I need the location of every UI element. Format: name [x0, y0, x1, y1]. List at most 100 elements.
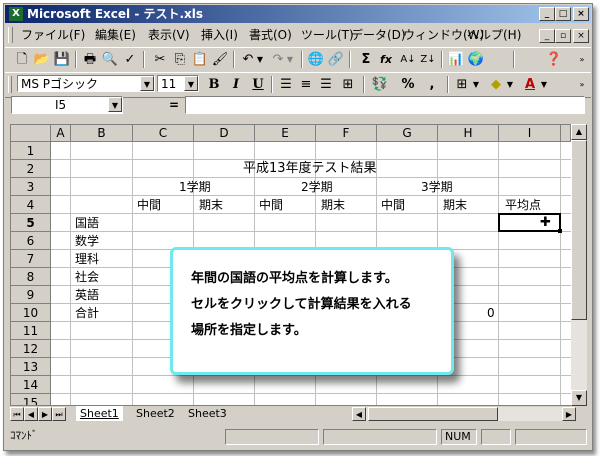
sheet-title-cell[interactable]: 平成13年度テスト結果 — [243, 160, 377, 178]
column-header-h[interactable]: H — [438, 125, 499, 142]
term1-cell[interactable]: 1学期 — [179, 178, 211, 196]
column-header-d[interactable]: D — [194, 125, 255, 142]
new-document-icon[interactable]: 🗋 — [13, 51, 31, 68]
font-size-combo[interactable]: 11 ▼ — [157, 75, 199, 92]
row-header-12[interactable]: 12 — [11, 340, 51, 358]
row-header-15[interactable]: 15 — [11, 394, 51, 405]
last-sheet-icon[interactable]: ⏭ — [52, 407, 66, 421]
doc-restore-button[interactable]: ▫ — [555, 29, 571, 43]
row-header-7[interactable]: 7 — [11, 250, 51, 268]
menu-edit[interactable]: 編集(E) — [95, 28, 136, 42]
toolbar-options-icon[interactable]: » — [577, 76, 587, 93]
vertical-scroll-thumb[interactable] — [571, 140, 587, 320]
menu-help[interactable]: ヘルプ(H) — [467, 28, 521, 42]
drawing-icon[interactable]: 🌍 — [467, 51, 485, 68]
italic-button[interactable]: I — [227, 76, 245, 93]
column-header-b[interactable]: B — [71, 125, 133, 142]
column-header-e[interactable]: E — [255, 125, 316, 142]
paste-icon[interactable]: 📋 — [191, 51, 209, 68]
currency-icon[interactable]: 💱 — [371, 76, 389, 93]
g4-midterm-cell[interactable]: 中間 — [381, 196, 405, 214]
column-header-j[interactable] — [561, 125, 571, 142]
subject-science-cell[interactable]: 理科 — [75, 250, 99, 268]
scroll-up-icon[interactable]: ▲ — [571, 124, 587, 140]
function-icon[interactable]: fx — [377, 51, 395, 68]
formula-equals[interactable]: = — [169, 98, 179, 112]
active-cell-i5[interactable]: ✚ — [498, 213, 562, 233]
column-header-c[interactable]: C — [133, 125, 194, 142]
row-header-13[interactable]: 13 — [11, 358, 51, 376]
save-icon[interactable]: 💾 — [53, 51, 71, 68]
subject-social-cell[interactable]: 社会 — [75, 268, 99, 286]
format-painter-icon[interactable]: 🖌 — [211, 51, 229, 68]
sort-descending-icon[interactable]: Z↓ — [419, 51, 437, 68]
term3-cell[interactable]: 3学期 — [421, 178, 453, 196]
column-header-i[interactable]: I — [499, 125, 561, 142]
next-sheet-icon[interactable]: ▶ — [38, 407, 52, 421]
sheet-tab-1[interactable]: Sheet1 — [76, 406, 123, 421]
row-header-8[interactable]: 8 — [11, 268, 51, 286]
formula-input[interactable] — [185, 96, 585, 114]
menu-tools[interactable]: ツール(T) — [301, 28, 354, 42]
d4-final-cell[interactable]: 期末 — [199, 196, 223, 214]
vertical-scrollbar[interactable]: ▲ ▼ — [571, 124, 587, 406]
sort-ascending-icon[interactable]: A↓ — [399, 51, 417, 68]
f4-final-cell[interactable]: 期末 — [321, 196, 345, 214]
sheet-tab-3[interactable]: Sheet3 — [184, 406, 231, 421]
excel-app-icon[interactable]: X — [9, 7, 23, 21]
row-header-9[interactable]: 9 — [11, 286, 51, 304]
font-color-icon[interactable]: A — [521, 76, 539, 93]
menu-view[interactable]: 表示(V) — [148, 28, 190, 42]
print-preview-icon[interactable]: 🔍 — [101, 51, 119, 68]
sheet-tab-2[interactable]: Sheet2 — [132, 406, 179, 421]
hyperlink-icon[interactable]: 🌐 — [307, 51, 325, 68]
column-header-g[interactable]: G — [377, 125, 438, 142]
menu-file[interactable]: ファイル(F) — [21, 28, 85, 42]
row-header-6[interactable]: 6 — [11, 232, 51, 250]
h4-final-cell[interactable]: 期末 — [443, 196, 467, 214]
e4-midterm-cell[interactable]: 中間 — [259, 196, 283, 214]
row-header-1[interactable]: 1 — [11, 142, 51, 160]
name-box[interactable]: I5 ▼ — [11, 96, 123, 114]
print-icon[interactable]: 🖶 — [81, 51, 99, 68]
column-header-a[interactable]: A — [51, 125, 71, 142]
toolbar-grip[interactable] — [8, 76, 12, 93]
bold-button[interactable]: B — [205, 76, 223, 93]
borders-icon[interactable]: ⊞ — [453, 76, 471, 93]
column-header-f[interactable]: F — [316, 125, 377, 142]
fill-color-icon[interactable]: ◆ — [487, 76, 505, 93]
scroll-down-icon[interactable]: ▼ — [571, 390, 587, 406]
subject-english-cell[interactable]: 英語 — [75, 286, 99, 304]
scroll-right-icon[interactable]: ▶ — [562, 407, 576, 421]
horizontal-scroll-thumb[interactable] — [368, 407, 498, 421]
autosum-icon[interactable]: Σ — [357, 51, 375, 68]
toolbar-options-icon[interactable]: » — [577, 51, 587, 68]
doc-minimize-button[interactable]: _ — [539, 29, 555, 43]
subject-total-cell[interactable]: 合計 — [75, 304, 99, 322]
align-center-icon[interactable]: ≡ — [297, 76, 315, 93]
spelling-icon[interactable]: ✓ — [121, 51, 139, 68]
scroll-left-icon[interactable]: ◀ — [352, 407, 366, 421]
row-header-5[interactable]: 5 — [11, 214, 51, 232]
percent-button[interactable]: % — [399, 76, 417, 93]
prev-sheet-icon[interactable]: ◀ — [24, 407, 38, 421]
subject-math-cell[interactable]: 数学 — [75, 232, 99, 250]
term2-cell[interactable]: 2学期 — [301, 178, 333, 196]
row-header-11[interactable]: 11 — [11, 322, 51, 340]
chevron-down-icon[interactable]: ▼ — [140, 76, 154, 91]
fill-handle[interactable] — [558, 229, 562, 233]
row-header-2[interactable]: 2 — [11, 160, 51, 178]
fill-color-dropdown-icon[interactable]: ▼ — [505, 76, 515, 93]
undo-dropdown-icon[interactable]: ▼ — [255, 51, 265, 68]
web-toolbar-icon[interactable]: 🔗 — [327, 51, 345, 68]
chevron-down-icon[interactable]: ▼ — [108, 97, 122, 112]
minimize-button[interactable]: _ — [539, 7, 555, 21]
chart-wizard-icon[interactable]: 📊 — [447, 51, 465, 68]
merge-center-icon[interactable]: ⊞ — [339, 76, 357, 93]
row-header-4[interactable]: 4 — [11, 196, 51, 214]
menu-insert[interactable]: 挿入(I) — [201, 28, 238, 42]
menu-grip[interactable] — [8, 27, 13, 43]
office-assistant-icon[interactable]: ❓ — [545, 51, 563, 68]
borders-dropdown-icon[interactable]: ▼ — [471, 76, 481, 93]
menu-format[interactable]: 書式(O) — [249, 28, 292, 42]
